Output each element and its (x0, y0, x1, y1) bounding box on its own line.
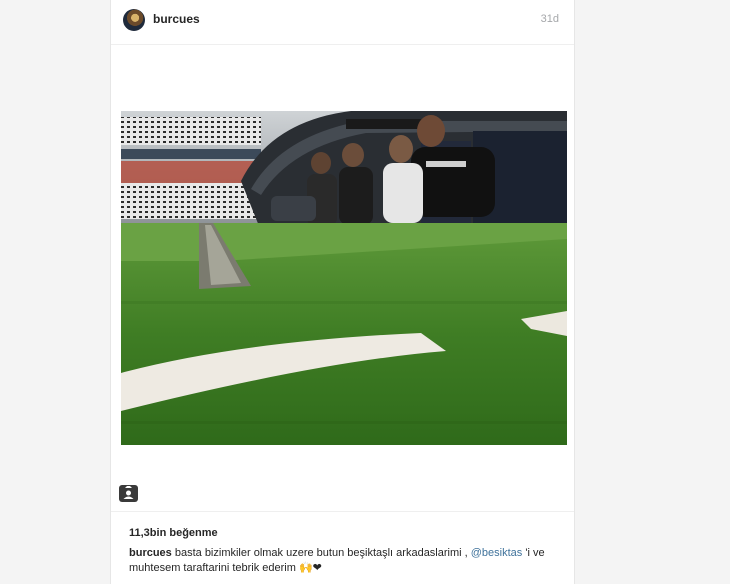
post-timestamp[interactable]: 31d (541, 13, 559, 25)
tag-people-icon[interactable] (119, 485, 138, 502)
post-divider (111, 511, 574, 512)
instagram-post: burcues 31d 11,3bin beğenme burcues bast… (110, 0, 575, 584)
post-photo[interactable] (121, 111, 567, 445)
post-caption: burcues basta bizimkiler olmak uzere but… (129, 546, 559, 576)
post-username[interactable]: burcues (153, 12, 200, 26)
post-header: burcues 31d (111, 0, 574, 45)
caption-emoji: 🙌❤ (298, 562, 322, 574)
caption-mention[interactable]: @besiktas (471, 547, 523, 559)
avatar[interactable] (123, 9, 145, 31)
caption-text: basta bizimkiler olmak uzere butun beşik… (171, 547, 471, 559)
caption-username[interactable]: burcues (129, 547, 172, 559)
like-count[interactable]: 11,3bin beğenme (129, 527, 218, 539)
